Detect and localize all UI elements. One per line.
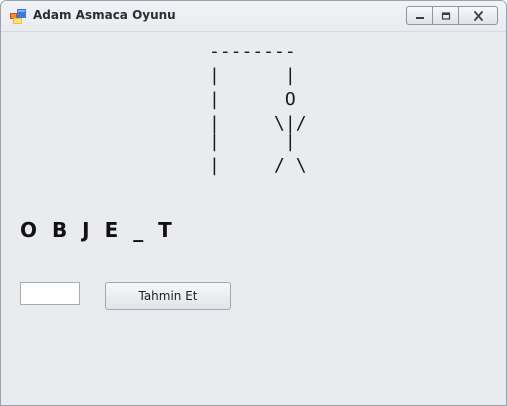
word-display: O B J E _ T <box>20 218 176 242</box>
maximize-icon <box>441 11 450 20</box>
gallows-line-6: | / \ <box>209 155 307 176</box>
gallows-line-2: | | <box>209 65 296 86</box>
form-client-area: -------- | | | O | \|/ | | | / \ O B J E… <box>1 32 506 405</box>
window-title: Adam Asmaca Oyunu <box>33 8 176 22</box>
guess-button[interactable]: Tahmin Et <box>105 282 231 310</box>
maximize-button[interactable] <box>432 6 459 25</box>
title-bar[interactable]: Adam Asmaca Oyunu <box>1 1 506 32</box>
app-window: Adam Asmaca Oyunu -------- | | | O | \|/… <box>0 0 507 406</box>
minimize-icon <box>415 16 424 19</box>
winforms-app-icon <box>10 9 26 24</box>
gallows-line-5: | | <box>209 131 296 152</box>
hangman-drawing: -------- | | | O | \|/ | | | / \ <box>209 41 307 176</box>
gallows-line-3: | O <box>209 89 296 110</box>
window-controls <box>406 6 498 25</box>
close-icon <box>473 10 483 21</box>
guess-input[interactable] <box>20 282 80 305</box>
close-button[interactable] <box>458 6 498 25</box>
gallows-line-1: -------- <box>209 41 296 62</box>
minimize-button[interactable] <box>406 6 433 25</box>
